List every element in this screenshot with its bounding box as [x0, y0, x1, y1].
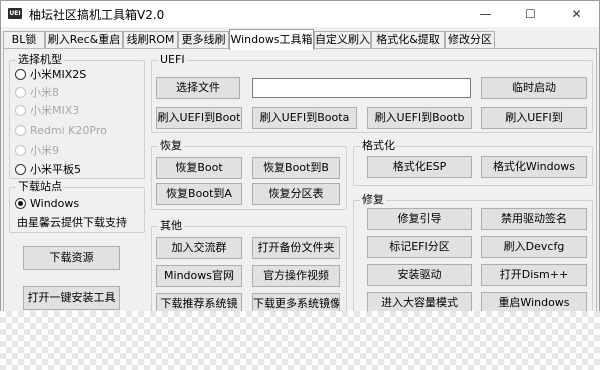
radio-button-icon — [15, 144, 26, 156]
radio-label: 小米MIX2S — [30, 68, 87, 81]
title-bar: UEI 柚坛社区搞机工具箱V2.0 — ☐ ✕ — [1, 1, 599, 27]
radio-label: Redmi K20Pro — [30, 123, 107, 137]
radio-windows-site[interactable]: Windows — [15, 195, 79, 211]
uefi-file-path-input[interactable] — [252, 78, 471, 98]
radio-button-icon — [15, 68, 26, 80]
radio-label: 小米平板5 — [30, 163, 81, 176]
flash-uefi-boot-button[interactable]: 刷入UEFI到Boot — [156, 107, 242, 129]
format-esp-button[interactable]: 格式化ESP — [367, 156, 472, 178]
uefi-group-title: UEFI — [158, 53, 187, 67]
radio-button-icon — [15, 197, 26, 209]
restore-boot-a-button[interactable]: 恢复Boot到A — [156, 183, 242, 205]
radio-mix3[interactable]: 小米MIX3 — [15, 102, 79, 118]
tab-more-flash[interactable]: 更多线刷 — [178, 31, 229, 49]
radio-mi8[interactable]: 小米8 — [15, 84, 59, 100]
download-resource-button[interactable]: 下载资源 — [23, 246, 120, 270]
restore-boot-b-button[interactable]: 恢复Boot到B — [252, 157, 340, 179]
radio-button-icon — [15, 86, 26, 98]
flash-devcfg-button[interactable]: 刷入Devcfg — [481, 236, 587, 258]
radio-button-icon — [15, 163, 26, 175]
tab-flash-rom[interactable]: 线刷ROM — [123, 31, 178, 49]
radio-label: 小米MIX3 — [30, 104, 80, 117]
open-installer-button[interactable]: 打开一键安装工具 — [23, 286, 120, 310]
other-group-title: 其他 — [158, 219, 184, 233]
download-note: 由星馨云提供下载支持 — [17, 216, 127, 229]
tab-custom-flash[interactable]: 自定义刷入 — [314, 31, 371, 49]
tab-flash-rec[interactable]: 刷入Rec&重启 — [45, 31, 123, 49]
windows-website-button[interactable]: Mindows官网 — [156, 265, 242, 287]
official-video-button[interactable]: 官方操作视频 — [252, 265, 340, 287]
radio-mi9[interactable]: 小米9 — [15, 142, 59, 158]
model-group-title: 选择机型 — [16, 53, 64, 67]
restore-partition-button[interactable]: 恢复分区表 — [252, 183, 340, 205]
window-title: 柚坛社区搞机工具箱V2.0 — [29, 8, 165, 22]
app-logo-icon: UEI — [8, 8, 22, 19]
tab-modify-partition[interactable]: 修改分区 — [445, 31, 495, 49]
transparent-background — [0, 311, 600, 370]
tab-windows-toolbox[interactable]: Windows工具箱 — [229, 29, 314, 50]
format-windows-button[interactable]: 格式化Windows — [481, 156, 587, 178]
flash-uefi-boota-button[interactable]: 刷入UEFI到Boota — [252, 107, 357, 129]
install-driver-button[interactable]: 安装驱动 — [367, 264, 472, 286]
minimize-button[interactable]: — — [463, 1, 508, 27]
radio-button-icon — [15, 124, 26, 136]
open-dism-button[interactable]: 打开Dism++ — [481, 264, 587, 286]
tab-bl-lock[interactable]: BL锁 — [3, 31, 45, 49]
radio-pad5[interactable]: 小米平板5 — [15, 161, 81, 177]
flash-uefi-to-button[interactable]: 刷入UEFI到 — [481, 107, 587, 129]
select-file-button[interactable]: 选择文件 — [156, 77, 240, 99]
radio-mix2s[interactable]: 小米MIX2S — [15, 66, 86, 82]
open-backup-folder-button[interactable]: 打开备份文件夹 — [252, 237, 340, 259]
flash-uefi-bootb-button[interactable]: 刷入UEFI到Bootb — [367, 107, 472, 129]
disable-driver-signature-button[interactable]: 禁用驱动签名 — [481, 208, 587, 230]
restore-group-title: 恢复 — [158, 139, 184, 153]
repair-boot-button[interactable]: 修复引导 — [367, 208, 472, 230]
radio-label: 小米8 — [30, 86, 59, 99]
mark-efi-partition-button[interactable]: 标记EFI分区 — [367, 236, 472, 258]
radio-label: Windows — [30, 196, 80, 210]
join-group-button[interactable]: 加入交流群 — [156, 237, 242, 259]
format-group-title: 格式化 — [360, 139, 397, 153]
tab-strip: BL锁 刷入Rec&重启 线刷ROM 更多线刷 Windows工具箱 自定义刷入… — [1, 29, 599, 50]
maximize-button[interactable]: ☐ — [508, 1, 553, 27]
repair-group-title: 修复 — [360, 193, 386, 207]
radio-k20pro[interactable]: Redmi K20Pro — [15, 122, 107, 138]
radio-button-icon — [15, 104, 26, 116]
temp-boot-button[interactable]: 临时启动 — [481, 77, 587, 99]
download-site-title: 下载站点 — [16, 180, 64, 194]
close-button[interactable]: ✕ — [554, 1, 599, 27]
radio-label: 小米9 — [30, 144, 59, 157]
tab-format-extract[interactable]: 格式化&提取 — [371, 31, 445, 49]
restore-boot-button[interactable]: 恢复Boot — [156, 157, 242, 179]
